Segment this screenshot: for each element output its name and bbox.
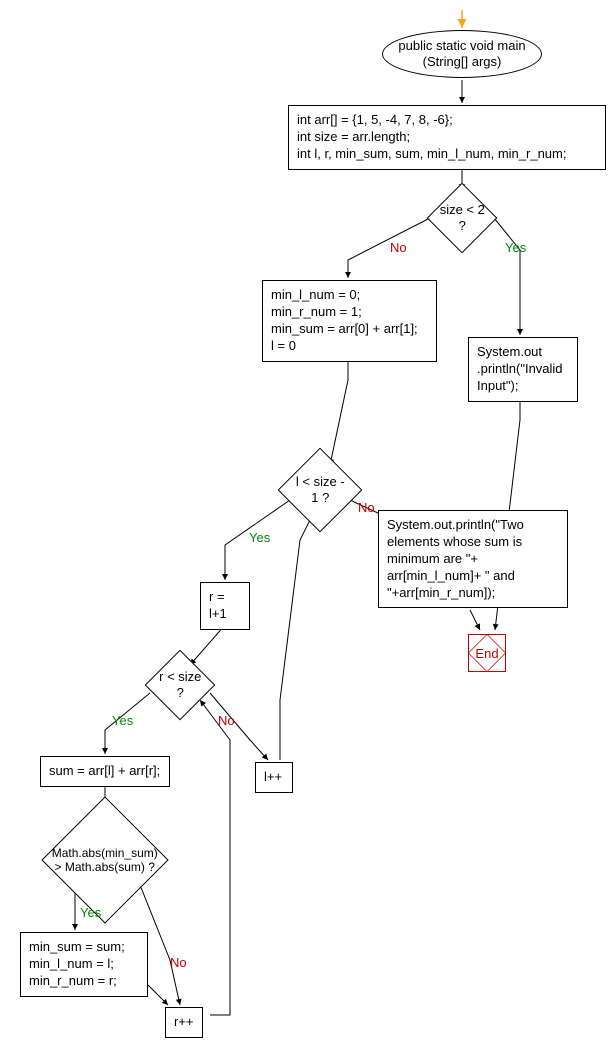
init-process: int arr[] = {1, 5, -4, 7, 8, -6}; int si… [288,105,606,170]
inner-loop-decision: r < size ? [145,650,216,721]
edge-label-no-4: No [170,955,187,970]
print-line5: "+arr[min_r_num]); [387,585,559,602]
size-check-decision: size < 2 ? [427,183,498,254]
mins-line3: min_sum = arr[0] + arr[1]; [271,321,428,338]
print-line4: arr[min_l_num]+ " and [387,568,559,585]
mins-line4: l = 0 [271,338,428,355]
print-line3: minimum are "+ [387,551,559,568]
update-line3: min_r_num = r; [29,973,139,990]
start-line2: (String[] args) [423,54,502,70]
sum-assign-process: sum = arr[l] + arr[r]; [40,756,170,787]
r-assign-text: r = l+1 [209,589,227,621]
outer-loop-decision: l < size - 1 ? [278,448,363,533]
update-mins-process: min_sum = sum; min_l_num = l; min_r_num … [20,932,148,997]
init-line3: int l, r, min_sum, sum, min_l_num, min_r… [297,146,597,163]
invalid-line1: System.out [477,344,569,361]
invalid-line2: .println("Invalid [477,361,569,378]
edge-label-no-2: No [358,500,375,515]
start-line1: public static void main [398,38,525,54]
mins-line2: min_r_num = 1; [271,304,428,321]
abs-check-decision: Math.abs(min_sum) > Math.abs(sum) ? [41,796,168,923]
edge-label-yes-2: Yes [249,530,270,545]
invalid-line3: Input"); [477,378,569,395]
init-line1: int arr[] = {1, 5, -4, 7, 8, -6}; [297,112,597,129]
invalid-input-process: System.out .println("Invalid Input"); [468,337,578,402]
mins-line1: min_l_num = 0; [271,287,428,304]
init-line2: int size = arr.length; [297,129,597,146]
rpp-process: r++ [165,1007,203,1038]
start-terminator: public static void main (String[] args) [382,30,542,78]
edge-label-yes-4: Yes [80,905,101,920]
update-line1: min_sum = sum; [29,939,139,956]
edge-label-no-1: No [390,240,407,255]
r-assign-process: r = l+1 [200,582,250,630]
mins-init-process: min_l_num = 0; min_r_num = 1; min_sum = … [262,280,437,362]
outer-loop-text: l < size - 1 ? [291,474,349,505]
sum-assign-text: sum = arr[l] + arr[r]; [49,763,160,778]
update-line2: min_l_num = l; [29,956,139,973]
end-label: End [475,646,498,661]
abs-line2: > Math.abs(sum) ? [55,860,155,874]
edge-label-yes-3: Yes [112,713,133,728]
edge-label-yes-1: Yes [505,240,526,255]
print-result-process: System.out.println("Two elements whose s… [378,510,568,608]
rpp-text: r++ [174,1014,194,1029]
print-line2: elements whose sum is [387,534,559,551]
inner-loop-text: r < size ? [156,669,204,700]
abs-line1: Math.abs(min_sum) [52,846,158,860]
end-terminator: End [468,634,506,672]
size-check-text: size < 2 ? [438,202,486,233]
print-line1: System.out.println("Two [387,517,559,534]
lpp-text: l++ [264,769,282,784]
edge-label-no-3: No [218,713,235,728]
lpp-process: l++ [255,762,293,793]
